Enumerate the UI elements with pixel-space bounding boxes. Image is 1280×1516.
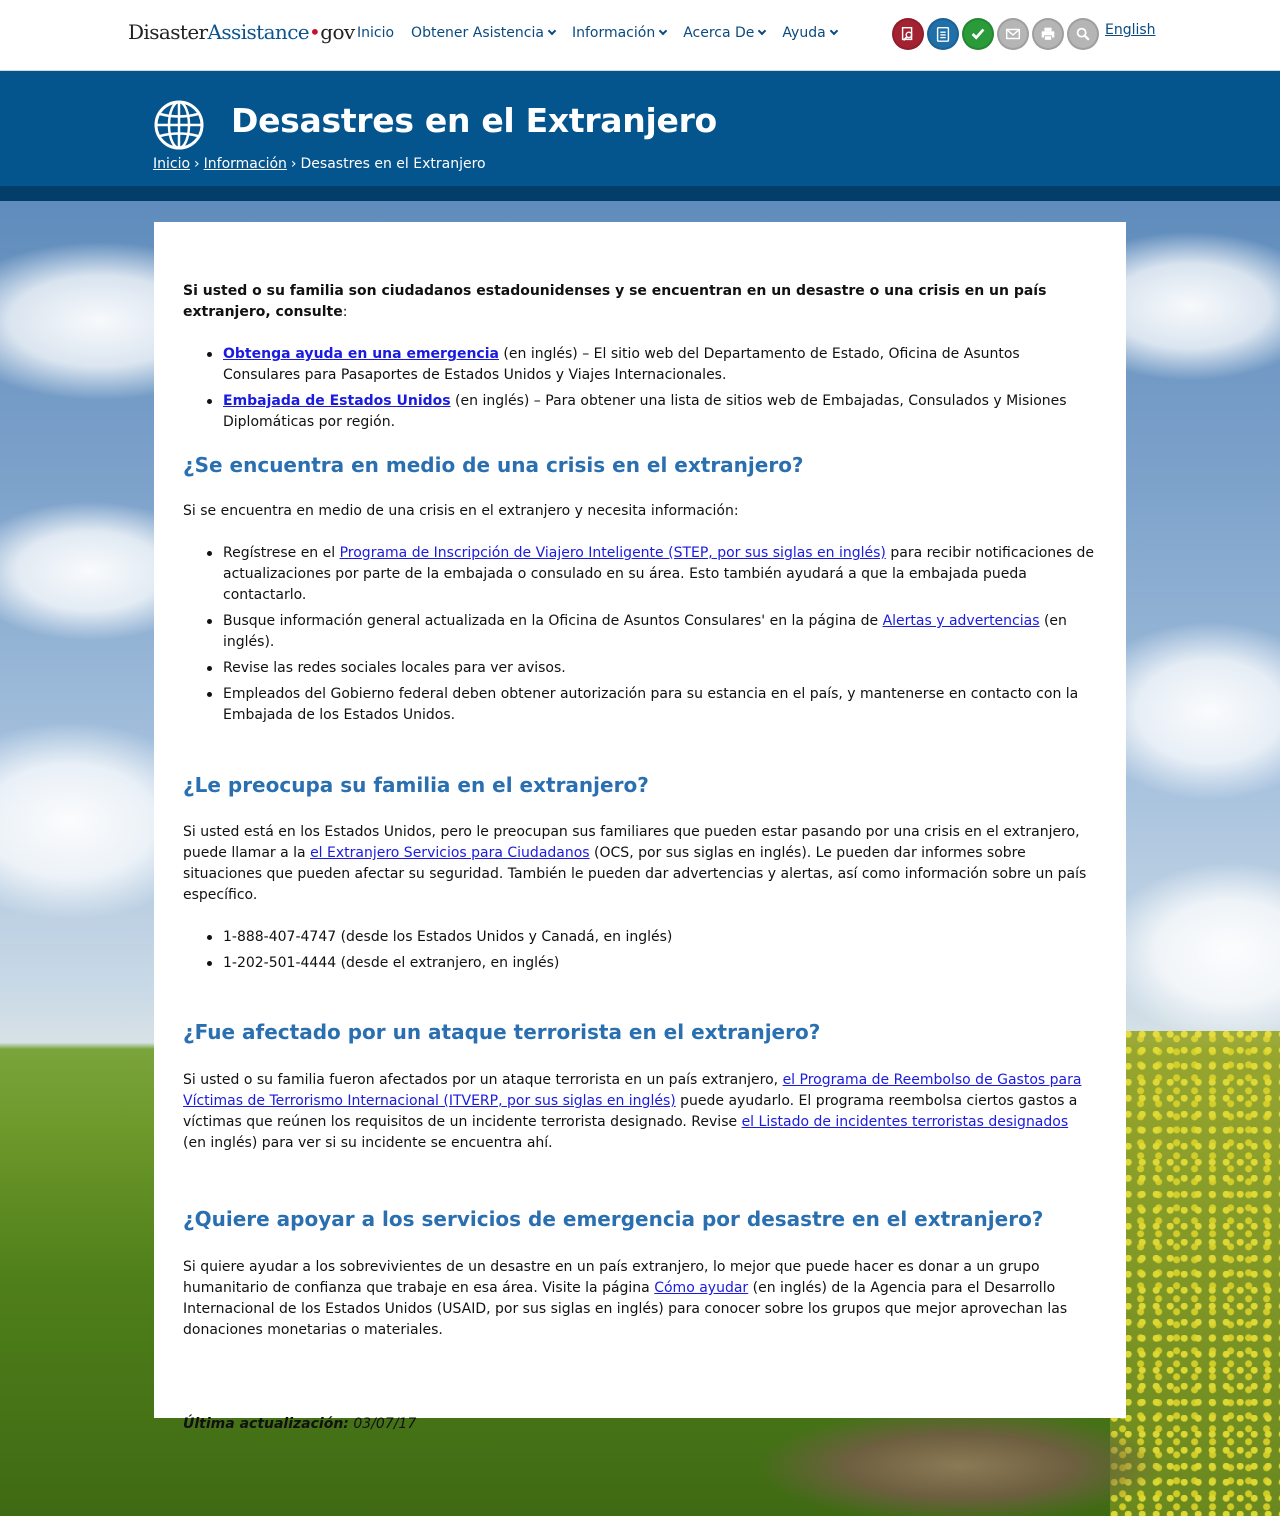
list-item-text: Busque información general actualizada e… xyxy=(223,613,883,629)
list-item: Revise las redes sociales locales para v… xyxy=(183,658,1095,679)
content-card: Si usted o su familia son ciudadanos est… xyxy=(154,222,1126,1432)
phone-list: 1-888-407-4747 (desde los Estados Unidos… xyxy=(183,927,1095,974)
chevron-down-icon xyxy=(658,26,668,36)
intro-colon: : xyxy=(342,304,348,320)
language-link-english[interactable]: English xyxy=(1105,22,1156,38)
logo-dot: • xyxy=(309,20,321,44)
tool-buttons xyxy=(892,18,1099,50)
checkmark-icon[interactable] xyxy=(962,18,994,50)
logo-text-assistance: Assistance xyxy=(207,20,310,44)
envelope-icon[interactable] xyxy=(997,18,1029,50)
page-banner: Desastres en el Extranjero Inicio › Inform… xyxy=(0,71,1280,186)
nav-label: Acerca De xyxy=(683,25,755,41)
checklist-icon[interactable] xyxy=(927,18,959,50)
site-logo[interactable]: DisasterAssistance•gov xyxy=(128,20,355,44)
section-heading-crisis: ¿Se encuentra en medio de una crisis en … xyxy=(183,453,804,477)
main-nav: Inicio Obtener Asistencia Información Ac… xyxy=(357,25,854,41)
printer-icon[interactable] xyxy=(1032,18,1064,50)
list-item: Regístrese en el Programa de Inscripción… xyxy=(183,543,1095,606)
crisis-steps-list: Regístrese en el Programa de Inscripción… xyxy=(183,543,1095,726)
link-embajada-estados-unidos[interactable]: Embajada de Estados Unidos xyxy=(223,393,451,409)
logo-text-disaster: Disaster xyxy=(128,20,208,44)
list-item: 1-888-407-4747 (desde los Estados Unidos… xyxy=(183,927,1095,948)
paragraph-text: (en inglés) para ver si su incidente se … xyxy=(183,1135,553,1151)
link-servicios-ciudadanos[interactable]: el Extranjero Servicios para Ciudadanos xyxy=(310,845,590,861)
nav-item-inicio[interactable]: Inicio xyxy=(357,25,394,41)
search-document-icon[interactable] xyxy=(892,18,924,50)
section-paragraph: Si se encuentra en medio de una crisis e… xyxy=(183,503,739,519)
nav-item-obtener-asistencia[interactable]: Obtener Asistencia xyxy=(411,25,557,41)
breadcrumb-separator: › xyxy=(290,156,297,172)
link-obtenga-ayuda-emergencia[interactable]: Obtenga ayuda en una emergencia xyxy=(223,346,499,362)
chevron-down-icon xyxy=(758,26,767,36)
nav-item-informacion[interactable]: Información xyxy=(571,25,668,41)
breadcrumb-separator: › xyxy=(194,156,200,172)
breadcrumb-current: Desastres en el Extranjero xyxy=(300,156,486,172)
resource-links-list: Obtenga ayuda en una emergencia (en ingl… xyxy=(183,344,1095,433)
banner-bottom-strip xyxy=(0,186,1280,201)
section-paragraph: Si usted está en los Estados Unidos, per… xyxy=(183,822,1095,906)
list-item: Busque información general actualizada e… xyxy=(183,611,1095,653)
nav-item-ayuda[interactable]: Ayuda xyxy=(782,25,838,41)
section-heading-familia: ¿Le preocupa su familia en el extranjero… xyxy=(183,773,649,797)
intro-paragraph: Si usted o su familia son ciudadanos est… xyxy=(183,281,1095,323)
article-body: Si usted o su familia son ciudadanos est… xyxy=(183,281,1095,1435)
last-updated: Última actualización: 03/07/17 xyxy=(183,1414,1095,1435)
nav-label: Información xyxy=(571,25,656,41)
page-title: Desastres en el Extranjero xyxy=(231,101,717,140)
paragraph-text: Si usted o su familia fueron afectados p… xyxy=(183,1072,783,1088)
section-heading-apoyar: ¿Quiere apoyar a los servicios de emerge… xyxy=(183,1207,1044,1231)
breadcrumb-link-informacion[interactable]: Información xyxy=(204,156,287,172)
last-updated-label: Última actualización: xyxy=(183,1416,349,1432)
nav-label: Ayuda xyxy=(782,25,826,41)
section-paragraph: Si quiere ayudar a los sobrevivientes de… xyxy=(183,1257,1095,1341)
link-alertas-advertencias[interactable]: Alertas y advertencias xyxy=(883,613,1040,629)
link-como-ayudar[interactable]: Cómo ayudar xyxy=(654,1280,748,1296)
list-item: Obtenga ayuda en una emergencia (en ingl… xyxy=(183,344,1095,386)
link-programa-step[interactable]: Programa de Inscripción de Viajero Intel… xyxy=(340,545,886,561)
chevron-down-icon xyxy=(547,26,557,36)
list-item: Empleados del Gobierno federal deben obt… xyxy=(183,684,1095,726)
intro-text: Si usted o su familia son ciudadanos est… xyxy=(183,283,1047,320)
list-item: Embajada de Estados Unidos (en inglés) –… xyxy=(183,391,1095,433)
section-paragraph: Si usted o su familia fueron afectados p… xyxy=(183,1070,1095,1154)
nav-item-acerca-de[interactable]: Acerca De xyxy=(683,25,767,41)
globe-icon xyxy=(154,100,204,150)
section-heading-terrorismo: ¿Fue afectado por un ataque terrorista e… xyxy=(183,1020,821,1044)
link-listado-incidentes[interactable]: el Listado de incidentes terroristas des… xyxy=(742,1114,1069,1130)
breadcrumb-link-inicio[interactable]: Inicio xyxy=(153,156,190,172)
list-item-text: Regístrese en el xyxy=(223,545,340,561)
site-header: DisasterAssistance•gov Inicio Obtener As… xyxy=(0,0,1280,71)
chevron-down-icon xyxy=(829,26,838,36)
nav-label: Obtener Asistencia xyxy=(411,25,544,41)
breadcrumb: Inicio › Información › Desastres en el Extra… xyxy=(153,156,486,172)
logo-text-gov: gov xyxy=(320,20,355,44)
last-updated-date: 03/07/17 xyxy=(348,1416,417,1432)
magnifier-icon[interactable] xyxy=(1067,18,1099,50)
list-item: 1-202-501-4444 (desde el extranjero, en … xyxy=(183,953,1095,974)
nav-label: Inicio xyxy=(357,25,395,41)
